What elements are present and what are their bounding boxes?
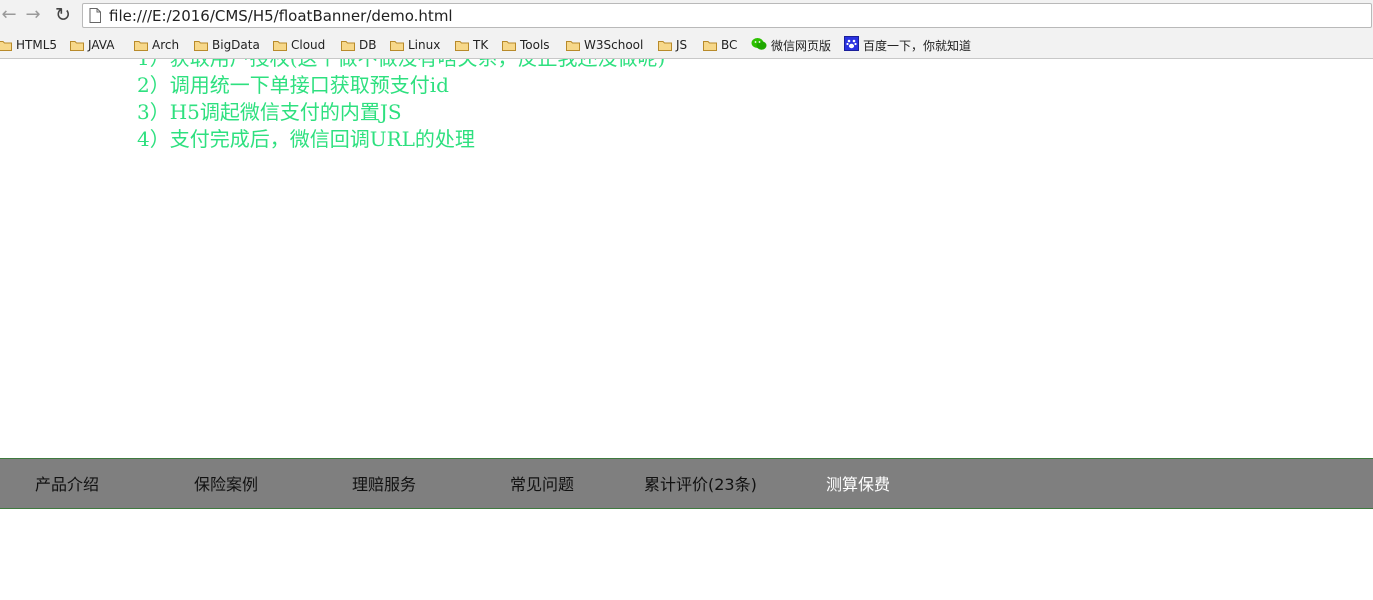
nav-premium-calc[interactable]: 测算保费 [826, 459, 890, 510]
bookmark-bigdata[interactable]: BigData [194, 36, 260, 54]
bookmark-label: Tools [520, 38, 550, 52]
folder-icon [70, 40, 84, 51]
bookmark-label: W3School [584, 38, 644, 52]
bookmarks-bar: HTML5 JAVA Arch BigData Cloud DB Linux T… [0, 32, 1373, 59]
browser-toolbar: ← → ↻ file:///E:/2016/CMS/H5/floatBanner… [0, 0, 1373, 32]
folder-icon [0, 40, 12, 51]
step-item: 4）支付完成后，微信回调URL的处理 [137, 127, 475, 151]
nav-reviews[interactable]: 累计评价(23条) [644, 459, 757, 510]
step-item: 3）H5调起微信支付的内置JS [137, 100, 402, 124]
back-arrow-icon[interactable]: ← [0, 4, 20, 26]
bookmark-linux[interactable]: Linux [390, 36, 440, 54]
bookmark-cloud[interactable]: Cloud [273, 36, 325, 54]
page-content: 1）获取用户授权(这个做不做没有啥关系，反正我还没做呢) 2）调用统一下单接口获… [0, 59, 1373, 600]
bookmark-java[interactable]: JAVA [70, 36, 114, 54]
folder-icon [390, 40, 404, 51]
bookmark-baidu[interactable]: 百度一下，你就知道 [844, 36, 971, 54]
nav-insurance-cases[interactable]: 保险案例 [194, 459, 258, 510]
bookmark-label: BC [721, 38, 738, 52]
folder-icon [341, 40, 355, 51]
step-item: 1）获取用户授权(这个做不做没有啥关系，反正我还没做呢) [137, 59, 665, 72]
baidu-paw-icon [844, 36, 859, 54]
folder-icon [703, 40, 717, 51]
bookmark-label: 百度一下，你就知道 [863, 38, 972, 53]
bookmark-label: 微信网页版 [771, 38, 832, 53]
nav-faq[interactable]: 常见问题 [510, 459, 574, 510]
bookmark-label: Arch [152, 38, 180, 52]
bookmark-label: JS [676, 38, 688, 52]
folder-icon [273, 40, 287, 51]
folder-icon [658, 40, 672, 51]
bookmark-label: HTML5 [16, 38, 58, 52]
bookmark-w3school[interactable]: W3School [566, 36, 643, 54]
bookmark-bc[interactable]: BC [703, 36, 737, 54]
bookmark-db[interactable]: DB [341, 36, 376, 54]
bookmark-tk[interactable]: TK [455, 36, 488, 54]
step-list: 1）获取用户授权(这个做不做没有啥关系，反正我还没做呢) 2）调用统一下单接口获… [137, 59, 665, 153]
wechat-icon [751, 37, 767, 54]
bookmark-html5[interactable]: HTML5 [0, 36, 57, 54]
bookmark-label: TK [473, 38, 489, 52]
bookmark-js[interactable]: JS [658, 36, 687, 54]
reload-icon[interactable]: ↻ [52, 4, 74, 26]
bookmark-tools[interactable]: Tools [502, 36, 550, 54]
bookmark-arch[interactable]: Arch [134, 36, 179, 54]
folder-icon [455, 40, 469, 51]
step-item: 2）调用统一下单接口获取预支付id [137, 73, 449, 97]
url-text: file:///E:/2016/CMS/H5/floatBanner/demo.… [109, 7, 453, 25]
bookmark-label: Cloud [291, 38, 326, 52]
nav-claims-service[interactable]: 理赔服务 [352, 459, 416, 510]
nav-product-intro[interactable]: 产品介绍 [35, 459, 99, 510]
address-bar[interactable]: file:///E:/2016/CMS/H5/floatBanner/demo.… [82, 3, 1372, 28]
folder-icon [566, 40, 580, 51]
float-banner-nav: 产品介绍 保险案例 理赔服务 常见问题 累计评价(23条) 测算保费 [0, 458, 1373, 509]
bookmark-label: BigData [212, 38, 260, 52]
forward-arrow-icon[interactable]: → [22, 4, 44, 26]
folder-icon [134, 40, 148, 51]
bookmark-wechat-web[interactable]: 微信网页版 [751, 36, 831, 54]
bookmark-label: DB [359, 38, 377, 52]
bookmark-label: JAVA [88, 38, 115, 52]
folder-icon [502, 40, 516, 51]
bookmark-label: Linux [408, 38, 441, 52]
page-icon [89, 8, 101, 23]
folder-icon [194, 40, 208, 51]
